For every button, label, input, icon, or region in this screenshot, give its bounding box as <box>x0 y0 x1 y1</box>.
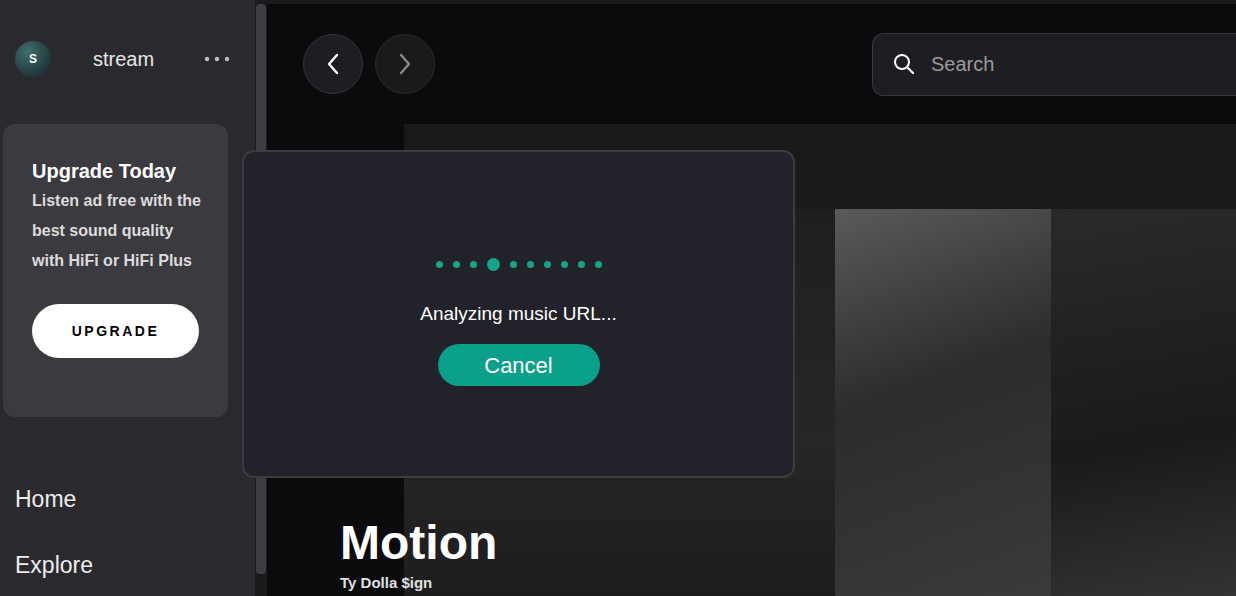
upgrade-title: Upgrade Today <box>32 158 208 184</box>
upgrade-body: Listen ad free with the best sound quali… <box>32 186 204 276</box>
progress-dot <box>595 261 602 268</box>
chevron-right-icon <box>398 53 412 75</box>
search-placeholder: Search <box>931 49 994 79</box>
search-icon <box>893 53 915 75</box>
progress-dot <box>470 261 477 268</box>
top-bar: Search <box>267 0 1236 124</box>
nav: Home Explore <box>0 481 255 583</box>
cancel-button[interactable]: Cancel <box>438 344 600 386</box>
hero-artist[interactable]: Ty Dolla $ign <box>340 574 497 592</box>
more-icon[interactable] <box>204 56 230 62</box>
hero-text: Motion Ty Dolla $ign <box>340 514 497 592</box>
progress-dot <box>544 261 551 268</box>
analyzing-dialog: Analyzing music URL... Cancel <box>242 150 795 478</box>
chevron-left-icon <box>326 53 340 75</box>
progress-dot <box>436 261 443 268</box>
progress-dot <box>453 261 460 268</box>
avatar[interactable]: S <box>15 41 51 77</box>
progress-dot <box>561 261 568 268</box>
progress-dot <box>578 261 585 268</box>
nav-item[interactable]: Home <box>15 481 255 517</box>
sidebar: SstreamUpgrade TodayListen ad free with … <box>0 0 255 596</box>
app: SstreamUpgrade TodayListen ad free with … <box>0 0 1236 596</box>
progress-dots <box>436 256 602 272</box>
progress-dot <box>487 258 500 271</box>
user-name[interactable]: stream <box>93 44 204 74</box>
search-field[interactable]: Search <box>872 33 1236 96</box>
progress-dot <box>527 261 534 268</box>
progress-dot <box>510 261 517 268</box>
dialog-message: Analyzing music URL... <box>420 302 616 326</box>
nav-item[interactable]: Explore <box>15 547 255 583</box>
upgrade-button[interactable]: UPGRADE <box>32 304 199 358</box>
upgrade-card: Upgrade TodayListen ad free with the bes… <box>3 124 228 417</box>
forward-button[interactable] <box>375 34 435 94</box>
hero-title: Motion <box>340 514 497 572</box>
back-button[interactable] <box>303 34 363 94</box>
user-row[interactable]: Sstream <box>0 0 255 118</box>
